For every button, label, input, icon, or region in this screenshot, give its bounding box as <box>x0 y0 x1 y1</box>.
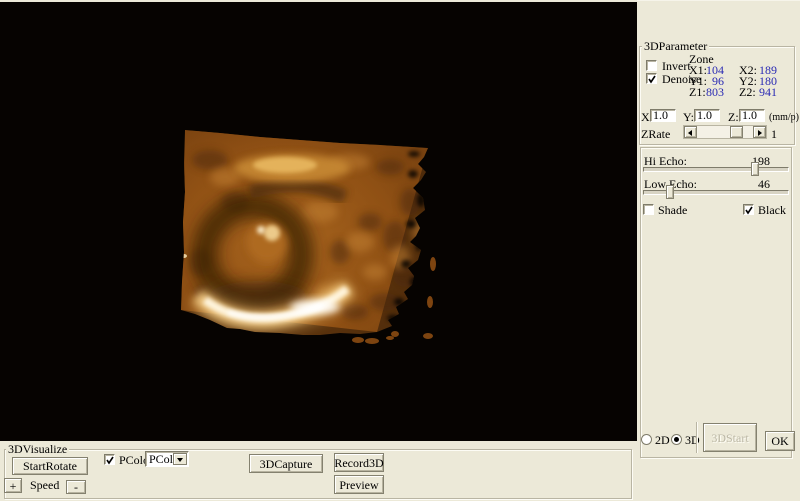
scale-x-input[interactable] <box>650 109 676 122</box>
zrate-value: 1 <box>771 128 777 140</box>
invert-checkbox[interactable] <box>646 60 657 71</box>
3dstart-button[interactable]: 3DStart <box>703 423 757 452</box>
mode-3d-radio[interactable] <box>671 434 682 445</box>
render-viewport[interactable] <box>0 2 637 441</box>
hi-echo-thumb[interactable] <box>751 162 759 176</box>
black-checkbox[interactable] <box>743 204 754 215</box>
arrow-left-icon <box>688 130 692 136</box>
scale-y-input[interactable] <box>694 109 720 122</box>
hi-echo-slider[interactable] <box>643 167 789 172</box>
shade-label: Shade <box>658 204 687 216</box>
parameter-group-label: 3DParameter <box>642 40 709 52</box>
scale-unit-label: (mm/p) <box>769 112 799 124</box>
pcolor-checkbox[interactable] <box>104 454 115 465</box>
black-label: Black <box>758 204 786 216</box>
parameter-panel: 3DParameter Invert Denoise Zone X1: 104 … <box>637 0 800 501</box>
visualize-panel: 3DVisualize StartRotate + Speed - PColor… <box>0 441 637 500</box>
pcolor-dropdown-button[interactable] <box>173 453 187 465</box>
zrate-scrollbar[interactable] <box>683 125 767 139</box>
speed-label: Speed <box>30 479 59 491</box>
check-icon <box>744 205 755 216</box>
check-icon <box>105 455 116 466</box>
mode-3d-label: 3D <box>685 434 700 446</box>
scale-y-label: Y: <box>683 111 694 123</box>
ultrasound-volume-render <box>0 2 637 441</box>
speed-plus-button[interactable]: + <box>4 478 22 493</box>
start-rotate-button[interactable]: StartRotate <box>12 457 88 475</box>
zrate-thumb[interactable] <box>730 126 743 138</box>
check-icon <box>647 74 658 85</box>
hi-echo-label: Hi Echo: <box>644 155 687 167</box>
scale-z-label: Z: <box>728 111 739 123</box>
low-echo-thumb[interactable] <box>666 185 674 199</box>
zone-z1-value: 803 <box>697 86 724 98</box>
zrate-left-arrow[interactable] <box>684 126 697 138</box>
ok-button[interactable]: OK <box>765 431 795 451</box>
record-button[interactable]: Record3D <box>334 453 384 472</box>
mode-2d-label: 2D <box>655 434 670 446</box>
zrate-label: ZRate <box>641 128 670 140</box>
capture-button[interactable]: 3DCapture <box>249 454 323 473</box>
preview-button[interactable]: Preview <box>334 475 384 494</box>
visualize-group-label: 3DVisualize <box>6 443 69 455</box>
denoise-checkbox[interactable] <box>646 73 657 84</box>
chevron-down-icon <box>177 458 183 462</box>
app-window: 3DParameter Invert Denoise Zone X1: 104 … <box>0 0 800 500</box>
shade-checkbox[interactable] <box>643 204 654 215</box>
zone-z2-value: 941 <box>751 86 777 98</box>
button-separator <box>696 422 697 453</box>
speed-minus-button[interactable]: - <box>66 480 86 494</box>
invert-label: Invert <box>662 60 691 72</box>
pcolor-dropdown[interactable]: PColor <box>145 451 189 467</box>
low-echo-value: 46 <box>742 178 770 190</box>
low-echo-slider[interactable] <box>643 190 789 195</box>
arrow-right-icon <box>758 130 762 136</box>
zrate-right-arrow[interactable] <box>753 126 766 138</box>
scale-z-input[interactable] <box>739 109 765 122</box>
mode-2d-radio[interactable] <box>641 434 652 445</box>
